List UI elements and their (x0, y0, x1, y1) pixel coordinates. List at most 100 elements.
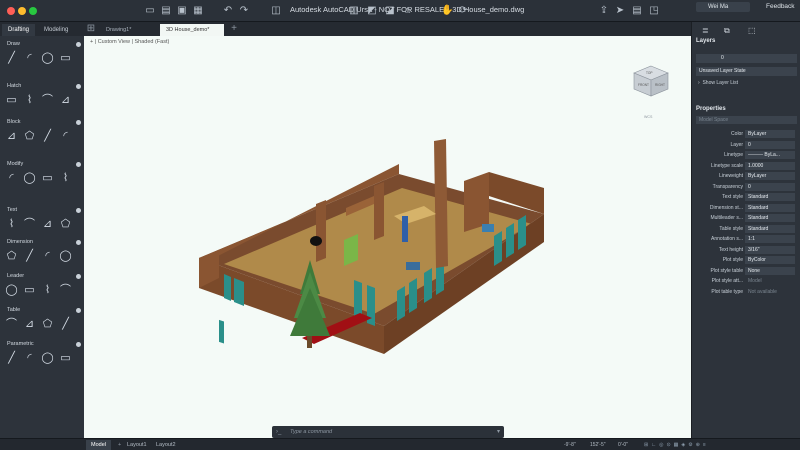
notifications-icon[interactable]: ◳ (648, 5, 660, 17)
dimension-tool-icon[interactable]: ◯ (58, 249, 73, 264)
parametric-tool-icon[interactable]: ▭ (58, 351, 73, 366)
camera-icon[interactable]: ⌂ (402, 5, 414, 17)
section-block[interactable]: Block (0, 118, 84, 127)
section-modify[interactable]: Modify (0, 160, 84, 169)
leader-tool-icon[interactable]: ⌒ (58, 283, 73, 298)
property-value[interactable]: None (745, 266, 795, 275)
zoom-window-button[interactable] (29, 7, 37, 15)
property-row[interactable]: Multileader s... Standard (692, 213, 800, 223)
property-row[interactable]: Table style Standard (692, 224, 800, 234)
property-row[interactable]: Dimension st... Standard (692, 203, 800, 213)
minimize-window-button[interactable] (18, 7, 26, 15)
block-tab-icon[interactable]: ⧉ (724, 26, 730, 36)
property-value[interactable]: 3/16" (745, 245, 795, 254)
property-value[interactable]: Standard (745, 224, 795, 233)
block-tool-icon[interactable]: ⬠ (22, 129, 37, 144)
command-options-icon[interactable]: ▾ (497, 426, 500, 438)
viewcube[interactable]: TOP FRONT RIGHT WCS (628, 58, 674, 120)
property-row[interactable]: Linetype scale 1.0000 (692, 161, 800, 171)
modify-tool-icon[interactable]: ◜ (4, 171, 19, 186)
property-value[interactable]: 1.0000 (745, 161, 795, 170)
doc-tab-3d-house[interactable]: 3D House_demo* (160, 24, 224, 36)
section-toggle-icon[interactable] (76, 42, 81, 47)
property-value[interactable]: Not available (745, 288, 795, 296)
section-toggle-icon[interactable] (76, 342, 81, 347)
hatch-tool-icon[interactable]: ▭ (4, 93, 19, 108)
property-value[interactable]: Model (745, 277, 795, 285)
section-table[interactable]: Table (0, 306, 84, 315)
property-value[interactable]: ByColor (745, 256, 795, 264)
section-toggle-icon[interactable] (76, 208, 81, 213)
modify-tool-icon[interactable]: ▭ (40, 171, 55, 186)
show-layer-list-toggle[interactable]: › Show Layer List (698, 80, 738, 86)
section-toggle-icon[interactable] (76, 120, 81, 125)
leader-tool-icon[interactable]: ▭ (22, 283, 37, 298)
property-value[interactable]: Standard (745, 214, 795, 222)
section-dimension[interactable]: Dimension (0, 238, 84, 247)
property-row[interactable]: Plot table type Not available (692, 287, 800, 297)
section-toggle-icon[interactable] (76, 308, 81, 313)
xref-tab-icon[interactable]: ⬚ (748, 26, 756, 35)
block-tool-icon[interactable]: ╱ (40, 129, 55, 144)
status-toggles[interactable]: ⊞∟◎⊙▦◈⚙⊕≡ (644, 440, 709, 450)
close-window-button[interactable] (7, 7, 15, 15)
command-line[interactable]: ›_ Type a command ▾ (272, 426, 504, 438)
property-row[interactable]: Annotation s... 1:1 (692, 234, 800, 244)
tab-modeling[interactable]: Modeling (38, 24, 74, 36)
property-value[interactable]: ByLayer (745, 172, 795, 180)
new-tab-icon[interactable]: + (228, 23, 240, 35)
tab-layout1[interactable]: Layout1 (122, 440, 152, 450)
draw-tool-icon[interactable]: ◜ (22, 51, 37, 66)
draw-tool-icon[interactable]: ╱ (4, 51, 19, 66)
layers-tab-icon[interactable]: ≣ (702, 26, 709, 35)
draw-tool-icon[interactable]: ◯ (40, 51, 55, 66)
text-tool-icon[interactable]: ⌇ (4, 217, 19, 232)
table-tool-icon[interactable]: ⌒ (4, 317, 19, 332)
leader-tool-icon[interactable]: ◯ (4, 283, 19, 298)
section-toggle-icon[interactable] (76, 240, 81, 245)
parametric-tool-icon[interactable]: ◜ (22, 351, 37, 366)
property-row[interactable]: Linetype ——— ByLa... (692, 150, 800, 160)
modify-tool-icon[interactable]: ◯ (22, 171, 37, 186)
save-icon[interactable]: ▣ (176, 5, 188, 17)
feedback-link[interactable]: Feedback (766, 3, 795, 10)
property-row[interactable]: Text height 3/16" (692, 245, 800, 255)
draw-tool-icon[interactable]: ▭ (58, 51, 73, 66)
user-menu[interactable]: Wei Ma (696, 2, 750, 12)
property-row[interactable]: Color ByLayer (692, 129, 800, 139)
send-icon[interactable]: ➤ (614, 5, 626, 17)
view-tool-icon[interactable]: ▥ (348, 5, 360, 17)
dimension-tool-icon[interactable]: ⬠ (4, 249, 19, 264)
layer-tools-icon[interactable]: ◫ (270, 5, 282, 17)
section-draw[interactable]: Draw (0, 40, 84, 49)
command-input[interactable]: Type a command (290, 426, 332, 438)
redo-icon[interactable]: ↷ (238, 5, 250, 17)
current-layer-select[interactable]: 0 (696, 54, 797, 63)
section-toggle-icon[interactable] (76, 162, 81, 167)
layer-state-select[interactable]: Unsaved Layer State (696, 67, 797, 76)
property-row[interactable]: Plot style table None (692, 266, 800, 276)
table-tool-icon[interactable]: ⬠ (40, 317, 55, 332)
section-text[interactable]: Text (0, 206, 84, 215)
property-value[interactable]: Standard (745, 193, 795, 201)
property-row[interactable]: Plot style att... Model (692, 276, 800, 286)
block-tool-icon[interactable]: ⊿ (4, 129, 19, 144)
block-tool-icon[interactable]: ◜ (58, 129, 73, 144)
tab-drafting[interactable]: Drafting (2, 24, 36, 36)
table-tool-icon[interactable]: ⊿ (22, 317, 37, 332)
property-row[interactable]: Lineweight ByLayer (692, 171, 800, 181)
hatch-tool-icon[interactable]: ⌒ (40, 93, 55, 108)
section-hatch[interactable]: Hatch (0, 82, 84, 91)
property-value[interactable]: ByLayer (745, 130, 795, 138)
property-value[interactable]: ——— ByLa... (745, 151, 795, 159)
dimension-tool-icon[interactable]: ◜ (40, 249, 55, 264)
text-tool-icon[interactable]: ⊿ (40, 217, 55, 232)
property-row[interactable]: Layer 0 (692, 140, 800, 150)
drawing-canvas[interactable]: + | Custom View | Shaded (Fast) TOP FRON… (84, 36, 691, 438)
app-store-icon[interactable]: ▤ (631, 5, 643, 17)
leader-tool-icon[interactable]: ⌇ (40, 283, 55, 298)
render-icon[interactable]: ◪ (384, 5, 396, 17)
text-tool-icon[interactable]: ⬠ (58, 217, 73, 232)
grid-icon[interactable]: ⊞ (85, 23, 97, 35)
section-parametric[interactable]: Parametric (0, 340, 84, 349)
